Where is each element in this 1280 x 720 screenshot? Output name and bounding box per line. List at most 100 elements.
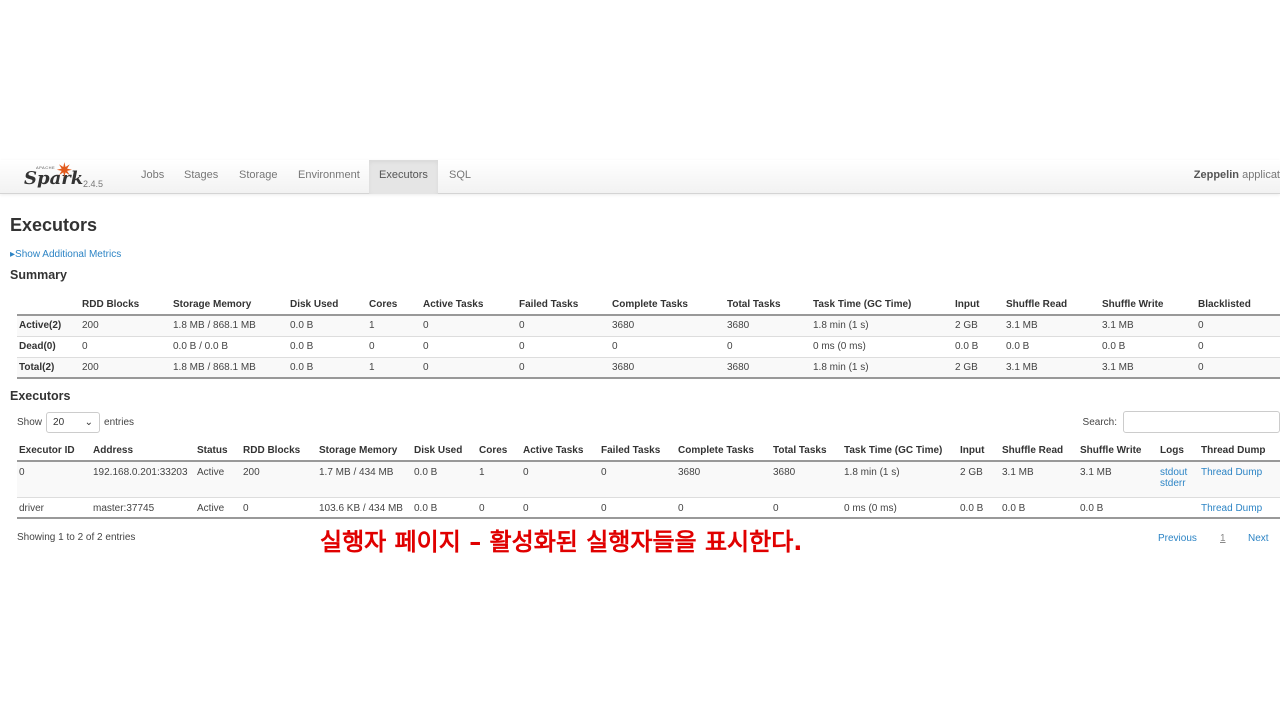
summary-header[interactable]: Storage Memory — [171, 294, 288, 316]
show-label: Show — [17, 417, 43, 428]
summary-header[interactable]: Cores — [367, 294, 421, 316]
summary-header[interactable]: Complete Tasks — [610, 294, 725, 316]
executor-cell: Active — [195, 460, 241, 497]
summary-cell: 0 — [421, 356, 517, 379]
summary-cell: 0 — [421, 314, 517, 336]
tab-environment[interactable]: Environment — [288, 160, 370, 194]
executors-header[interactable]: Logs — [1158, 440, 1199, 462]
executor-row: driver master:37745 Active 0 103.6 KB / 434 … — [17, 496, 1280, 519]
summary-cell: 3.1 MB — [1100, 356, 1196, 379]
summary-cell: 0.0 B — [953, 335, 1004, 357]
summary-header[interactable]: Task Time (GC Time) — [811, 294, 953, 316]
previous-button[interactable]: Previous — [1158, 533, 1197, 544]
executors-header[interactable]: Total Tasks — [771, 440, 842, 462]
summary-cell: 0 — [725, 335, 811, 357]
summary-header[interactable]: RDD Blocks — [80, 294, 171, 316]
executors-header[interactable]: Active Tasks — [521, 440, 599, 462]
executor-cell: 3.1 MB — [1078, 460, 1158, 497]
executors-header[interactable]: Shuffle Read — [1000, 440, 1078, 462]
summary-cell: 2 GB — [953, 314, 1004, 336]
executors-header[interactable]: Address — [91, 440, 195, 462]
summary-cell: 0 — [517, 314, 610, 336]
summary-cell: 0 ms (0 ms) — [811, 335, 953, 357]
summary-row: Active(2) 200 1.8 MB / 868.1 MB 0.0 B 1 0 0 368… — [17, 314, 1280, 336]
executors-header[interactable]: Status — [195, 440, 241, 462]
summary-cell: 0 — [80, 335, 171, 357]
summary-cell: 1 — [367, 314, 421, 336]
caption-text: 실행자 페이지 – 활성화된 실행자들을 표시한다. — [320, 528, 803, 556]
summary-cell: 0 — [421, 335, 517, 357]
page-1-button[interactable]: 1 — [1220, 533, 1226, 544]
logo-word: Spark — [24, 168, 84, 189]
tab-storage[interactable]: Storage — [229, 160, 288, 194]
executors-header[interactable]: Executor ID — [17, 440, 91, 462]
summary-cell: 0.0 B — [288, 314, 367, 336]
executor-cell: 0.0 B — [412, 496, 477, 519]
executors-header[interactable]: RDD Blocks — [241, 440, 317, 462]
summary-header[interactable]: Blacklisted — [1196, 294, 1280, 316]
summary-header[interactable]: Disk Used — [288, 294, 367, 316]
summary-cell: 1.8 MB / 868.1 MB — [171, 314, 288, 336]
executor-cell: 3.1 MB — [1000, 460, 1078, 497]
summary-cell: 0.0 B / 0.0 B — [171, 335, 288, 357]
tab-sql[interactable]: SQL — [439, 160, 481, 194]
summary-header[interactable]: Total Tasks — [725, 294, 811, 316]
next-button[interactable]: Next — [1248, 533, 1269, 544]
executor-cell: 0 — [521, 496, 599, 519]
entries-value: 20 — [53, 417, 65, 428]
show-metrics-label: Show Additional Metrics — [15, 249, 122, 260]
log-link-stderr[interactable]: stderr — [1160, 478, 1197, 489]
executors-header[interactable]: Shuffle Write — [1078, 440, 1158, 462]
summary-cell: 200 — [80, 314, 171, 336]
executors-header[interactable]: Cores — [477, 440, 521, 462]
executor-cell: driver — [17, 496, 91, 519]
entries-label: entries — [104, 417, 135, 428]
executors-header[interactable]: Failed Tasks — [599, 440, 676, 462]
executors-header[interactable]: Disk Used — [412, 440, 477, 462]
show-additional-metrics-toggle[interactable]: ▸Show Additional Metrics — [10, 249, 121, 260]
summary-cell: 2 GB — [953, 356, 1004, 379]
entries-select[interactable]: 20 ⌄ — [46, 412, 101, 433]
executor-cell: 0.0 B — [412, 460, 477, 497]
executors-header[interactable]: Input — [958, 440, 1000, 462]
executor-cell: 0 — [599, 460, 676, 497]
executor-cell: 0 — [241, 496, 317, 519]
summary-cell: 0 — [517, 356, 610, 379]
summary-header[interactable] — [17, 294, 80, 316]
executors-header[interactable]: Complete Tasks — [676, 440, 771, 462]
summary-header[interactable]: Failed Tasks — [517, 294, 610, 316]
executor-cell: 0 — [771, 496, 842, 519]
executor-cell: 0 — [676, 496, 771, 519]
summary-cell: 0 — [1196, 314, 1280, 336]
tab-executors[interactable]: Executors — [369, 160, 438, 194]
search-input[interactable] — [1123, 411, 1280, 433]
executors-header[interactable]: Thread Dump — [1199, 440, 1280, 462]
summary-cell: 3680 — [725, 314, 811, 336]
executor-cell: Active — [195, 496, 241, 519]
executor-cell: 2 GB — [958, 460, 1000, 497]
page-length-control: Show 20 ⌄ entries — [17, 412, 134, 433]
summary-header[interactable]: Shuffle Write — [1100, 294, 1196, 316]
tab-stages[interactable]: Stages — [174, 160, 228, 194]
thread-dump-link[interactable]: Thread Dump — [1201, 503, 1278, 514]
tab-jobs[interactable]: Jobs — [131, 160, 174, 194]
summary-row: Total(2) 200 1.8 MB / 868.1 MB 0.0 B 1 0 0 3680… — [17, 356, 1280, 379]
summary-header[interactable]: Active Tasks — [421, 294, 517, 316]
thread-dump-link[interactable]: Thread Dump — [1201, 467, 1278, 478]
log-link-stdout[interactable]: stdout — [1160, 467, 1197, 478]
thread-dump-cell: Thread Dump — [1199, 496, 1280, 519]
executor-cell: 0 ms (0 ms) — [842, 496, 958, 519]
summary-cell: 0 — [610, 335, 725, 357]
summary-row-label: Dead(0) — [17, 335, 80, 357]
summary-cell: 0.0 B — [1100, 335, 1196, 357]
summary-table: RDD Blocks Storage Memory Disk Used Cores Ac… — [17, 294, 1280, 379]
executors-header[interactable]: Task Time (GC Time) — [842, 440, 958, 462]
summary-header[interactable]: Shuffle Read — [1004, 294, 1100, 316]
spark-star-icon: ✷ — [56, 160, 73, 182]
spark-version: 2.4.5 — [83, 179, 104, 189]
summary-row-label: Total(2) — [17, 356, 80, 379]
executors-header[interactable]: Storage Memory — [317, 440, 412, 462]
executor-cell: 3680 — [771, 460, 842, 497]
summary-header[interactable]: Input — [953, 294, 1004, 316]
summary-heading: Summary — [10, 268, 67, 282]
